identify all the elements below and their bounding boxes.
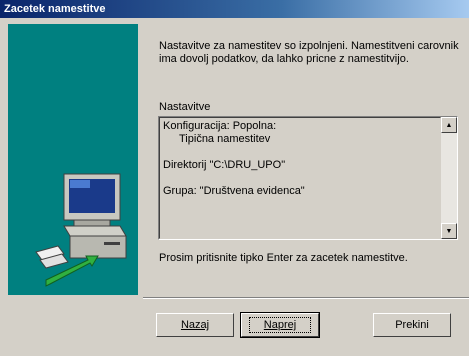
arrow-up-icon[interactable]: ▲	[441, 117, 457, 133]
intro-text: Nastavitve za namestitev so izpolnjeni. …	[159, 40, 459, 65]
wizard-side-panel	[8, 24, 138, 295]
settings-listbox[interactable]: Konfiguracija: Popolna: Tipična namestit…	[158, 116, 458, 240]
directory-line: Direktorij "C:\DRU_UPO"	[163, 159, 286, 171]
group-line: Grupa: "Društvena evidenca"	[163, 185, 305, 197]
settings-label: Nastavitve	[159, 101, 211, 113]
window-title: Zacetek namestitve	[0, 0, 469, 18]
back-button[interactable]: Nazaj	[156, 313, 234, 337]
config-sub-line: Tipična namestitev	[179, 133, 271, 145]
next-button[interactable]: Naprej	[240, 312, 320, 338]
back-button-label: Nazaj	[180, 319, 210, 331]
arrow-down-icon[interactable]: ▼	[441, 223, 457, 239]
settings-content: Konfiguracija: Popolna: Tipična namestit…	[159, 117, 441, 239]
vertical-scrollbar[interactable]: ▲ ▼	[441, 117, 457, 239]
cancel-button[interactable]: Prekini	[373, 313, 451, 337]
installer-window: Zacetek namestitve Nastavitve za namesti…	[0, 0, 469, 356]
config-line: Konfiguracija: Popolna:	[163, 120, 277, 132]
computer-install-icon	[35, 173, 127, 287]
next-button-label: Naprej	[248, 317, 312, 333]
enter-instruction: Prosim pritisnite tipko Enter za zacetek…	[159, 252, 408, 264]
divider	[143, 297, 469, 299]
